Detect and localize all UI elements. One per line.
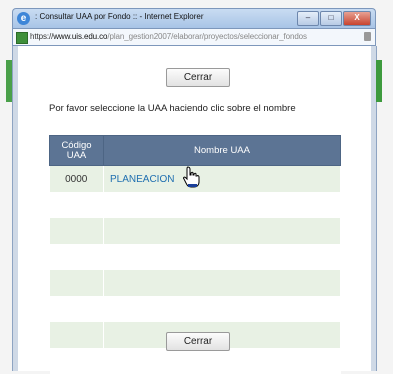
table-row <box>49 296 341 322</box>
background-window-edge <box>6 60 12 102</box>
page-icon <box>16 32 28 44</box>
background-window-edge <box>376 60 382 102</box>
table-row <box>49 270 341 296</box>
uaa-code-cell <box>49 244 104 270</box>
close-button-top[interactable]: Cerrar <box>166 68 230 87</box>
close-button-bottom[interactable]: Cerrar <box>166 332 230 351</box>
minimize-button[interactable]: – <box>297 11 319 26</box>
url-protocol: https:// <box>30 32 54 41</box>
uaa-name-cell <box>103 244 341 270</box>
uaa-code-cell <box>49 296 104 322</box>
browser-popup-window: e : Consultar UAA por Fondo :: - Interne… <box>0 0 393 374</box>
uaa-code-cell <box>49 322 104 348</box>
uaa-name-cell <box>103 218 341 244</box>
uaa-code-cell <box>49 218 104 244</box>
uaa-name-cell <box>103 348 341 374</box>
uaa-name-cell <box>103 296 341 322</box>
window-title: : Consultar UAA por Fondo :: - Internet … <box>35 12 204 21</box>
uaa-name-cell <box>103 192 341 218</box>
uaa-code-cell <box>49 192 104 218</box>
url-text[interactable]: https://www.uis.edu.co/plan_gestion2007/… <box>30 32 307 41</box>
internet-explorer-icon: e <box>17 12 30 25</box>
page-content: Cerrar Por favor seleccione la UAA hacie… <box>18 46 371 374</box>
uaa-name-link[interactable]: PLANEACION <box>103 165 341 192</box>
url-domain: www.uis.edu.co <box>53 32 108 41</box>
title-bar[interactable]: e : Consultar UAA por Fondo :: - Interne… <box>12 8 376 28</box>
uaa-code-cell: 0000 <box>49 165 104 192</box>
column-header-code: Código UAA <box>49 135 104 166</box>
table-row <box>49 348 341 374</box>
url-path: /plan_gestion2007/elaborar/proyectos/sel… <box>107 32 307 41</box>
window-controls: – □ X <box>297 11 371 26</box>
uaa-code-cell <box>49 348 104 374</box>
maximize-button[interactable]: □ <box>320 11 342 26</box>
lock-icon <box>364 32 371 41</box>
table-row <box>49 218 341 244</box>
uaa-code-cell <box>49 270 104 296</box>
table-header-row: Código UAA Nombre UAA <box>49 135 341 166</box>
address-bar[interactable]: https://www.uis.edu.co/plan_gestion2007/… <box>12 28 376 46</box>
table-row <box>49 244 341 270</box>
table-row <box>49 192 341 218</box>
window-close-button[interactable]: X <box>343 11 371 26</box>
column-header-name: Nombre UAA <box>103 135 341 166</box>
instructions-text: Por favor seleccione la UAA haciendo cli… <box>49 103 296 114</box>
hand-cursor-icon <box>183 166 200 188</box>
uaa-name-cell <box>103 270 341 296</box>
